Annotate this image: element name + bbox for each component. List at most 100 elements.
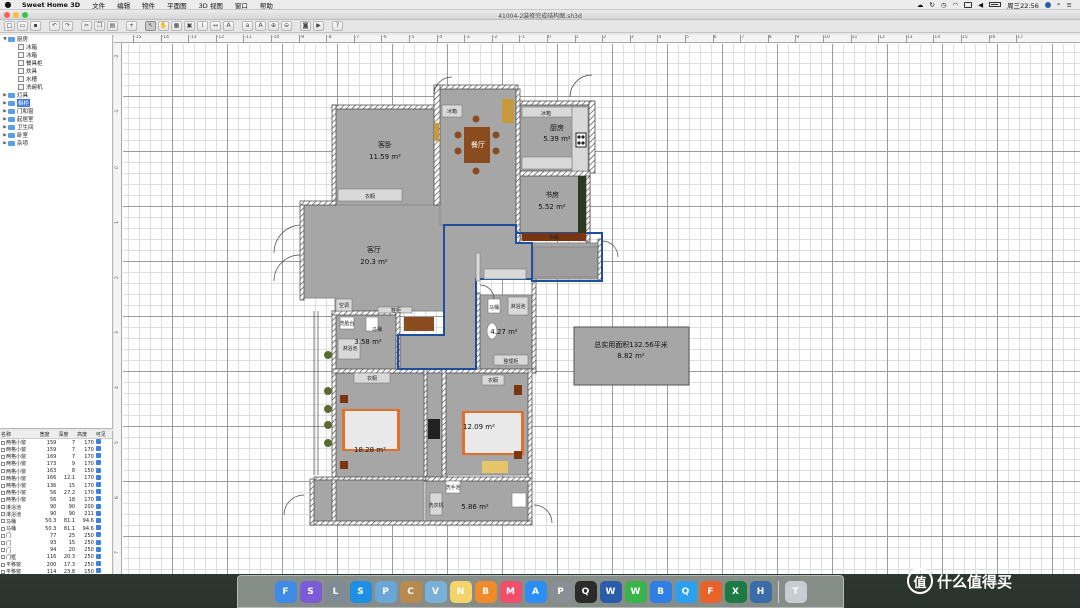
catalog-category[interactable]: ▶ 卧室 <box>0 131 112 139</box>
door-master-arc[interactable] <box>283 494 305 516</box>
notes-icon[interactable]: N <box>449 580 472 603</box>
zoom-out-icon[interactable]: ⊖ <box>281 21 292 31</box>
app-store-icon[interactable]: A <box>524 580 547 603</box>
visible-checkbox[interactable] <box>95 532 101 538</box>
create-polylines-icon[interactable]: ⌇ <box>197 21 208 31</box>
table-row[interactable]: 两格小窗 159 7 170 <box>0 446 112 453</box>
select-mode-icon[interactable]: ↖ <box>145 21 156 31</box>
visible-checkbox[interactable] <box>95 510 101 516</box>
dining-chair[interactable] <box>492 131 500 139</box>
table-row[interactable]: 门 77 25 250 <box>0 532 112 539</box>
menu-furniture[interactable]: 物件 <box>136 0 161 10</box>
second-desk[interactable] <box>482 461 508 473</box>
visible-checkbox[interactable] <box>95 561 101 567</box>
visible-checkbox[interactable] <box>95 446 101 452</box>
dining-chair[interactable] <box>454 131 462 139</box>
master-nightstand[interactable] <box>340 395 348 403</box>
table-row[interactable]: 门 94 20 250 <box>0 546 112 554</box>
living-console[interactable] <box>404 317 434 331</box>
second-bed[interactable] <box>465 413 521 453</box>
table-row[interactable]: 两格小窗 159 7 170 <box>0 439 112 446</box>
catalog-category[interactable]: ▶ 起居室 <box>0 115 112 123</box>
create-walls-icon[interactable]: ▦ <box>171 21 182 31</box>
visible-checkbox[interactable] <box>95 525 101 531</box>
visible-checkbox[interactable] <box>95 460 101 466</box>
corridor-counter[interactable] <box>483 268 527 280</box>
catalog-item[interactable]: 洗碗机 <box>0 83 112 91</box>
qq-icon[interactable]: Q <box>574 580 597 603</box>
dining-chair[interactable] <box>472 167 480 175</box>
launchpad-icon[interactable]: L <box>324 580 347 603</box>
catalog-category[interactable]: ▶ 杂项 <box>0 139 112 147</box>
room-corridor-east-shape[interactable] <box>533 246 599 278</box>
save-file-icon[interactable]: ▪ <box>30 21 41 31</box>
dining-chair[interactable] <box>472 115 480 123</box>
contacts-icon[interactable]: C <box>399 580 422 603</box>
catalog-category[interactable]: ▶ 灯具 <box>0 91 112 99</box>
visible-checkbox[interactable] <box>95 503 101 509</box>
table-row[interactable]: 两格小窗 56 18 170 <box>0 496 112 503</box>
notification-center-icon[interactable]: ≡ <box>1067 1 1072 9</box>
create-labels-icon[interactable]: A <box>223 21 234 31</box>
catalog-category[interactable]: ▶ 卫生间 <box>0 123 112 131</box>
visible-checkbox[interactable] <box>95 482 101 488</box>
wechat-icon[interactable]: W <box>624 580 647 603</box>
door-balcony-arc[interactable] <box>533 504 553 524</box>
furniture-list-table[interactable]: 名称 宽度 深度 高度 可见 两格小窗 159 7 170 两格小窗 159 7 170 两格小… <box>0 431 113 574</box>
kitchen-counter-bottom[interactable] <box>521 156 573 170</box>
menu-file[interactable]: 文件 <box>86 0 111 10</box>
catalog-category[interactable]: ▶ 门和窗 <box>0 107 112 115</box>
redo-icon[interactable]: ↷ <box>62 21 73 31</box>
catalog-item[interactable]: 冰箱 <box>0 43 112 51</box>
col-height-header[interactable]: 高度 <box>76 431 95 439</box>
table-row[interactable]: 平移窗 114 23.8 150 <box>0 568 112 574</box>
table-row[interactable]: 两格小窗 173 9 170 <box>0 460 112 467</box>
visible-checkbox[interactable] <box>95 553 101 559</box>
music-icon[interactable]: M <box>499 580 522 603</box>
furniture-catalog-tree[interactable]: ▼ 厨房 冰箱 冰箱 餐具柜 炊具 水槽 洗碗机 ▶ 灯具 ▶ 橱柜 ▶ 门和窗 ▶ 起居室 ▶ 卫生间 ▶ 卧室 ▶ 杂… <box>0 35 113 429</box>
menu-edit[interactable]: 编辑 <box>111 0 136 10</box>
pan-mode-icon[interactable]: ✋ <box>158 21 169 31</box>
col-name-header[interactable]: 名称 <box>0 431 39 439</box>
photos-icon[interactable]: P <box>374 580 397 603</box>
menu-3d-view[interactable]: 3D 视图 <box>193 0 229 10</box>
second-nightstand[interactable] <box>514 451 522 459</box>
door-kitchen-arc[interactable] <box>569 74 593 98</box>
visible-checkbox[interactable] <box>95 439 101 444</box>
word-icon[interactable]: W <box>599 580 622 603</box>
help-icon[interactable]: ? <box>332 21 343 31</box>
door-living-sw-arc[interactable] <box>273 254 301 282</box>
master-nightstand[interactable] <box>340 461 348 469</box>
create-dimensions-icon[interactable]: ↔ <box>210 21 221 31</box>
table-row[interactable]: 两格小窗 163 8 150 <box>0 467 112 475</box>
table-row[interactable]: 淋浴池 90 90 200 <box>0 503 112 511</box>
cut-icon[interactable]: ✂ <box>81 21 92 31</box>
visible-checkbox[interactable] <box>95 467 101 473</box>
second-nightstand[interactable] <box>514 385 522 395</box>
table-row[interactable]: 马桶 50.3 81.1 94.6 <box>0 517 112 525</box>
catalog-item[interactable]: 炊具 <box>0 67 112 75</box>
dining-chair[interactable] <box>492 147 500 155</box>
photo-icon[interactable]: ◙ <box>300 21 311 31</box>
sync-icon[interactable]: ↻ <box>929 1 934 9</box>
apple-menu-icon[interactable]: ● <box>0 0 16 9</box>
menu-app-name[interactable]: Sweet Home 3D <box>16 1 86 9</box>
closet-shelf[interactable] <box>428 419 440 439</box>
create-rooms-icon[interactable]: ▣ <box>184 21 195 31</box>
room-west-strip-shape[interactable] <box>313 478 425 522</box>
text-size-icon[interactable]: A <box>255 21 266 31</box>
floor-plan-drawing[interactable]: 冰箱 冰箱 衣橱 衣橱 衣橱 衣橱 空调 鞋柜 马桶 马桶 淋浴池 淋浴池 洗脸… <box>114 35 1080 574</box>
catalog-item[interactable]: 水槽 <box>0 75 112 83</box>
menu-help[interactable]: 帮助 <box>254 0 279 10</box>
corridor-cabinet[interactable] <box>475 252 481 282</box>
balcony-cabinet[interactable] <box>511 492 527 508</box>
table-row[interactable]: 门 93 15 250 <box>0 539 112 547</box>
user-avatar-icon[interactable] <box>1044 1 1051 8</box>
copy-icon[interactable]: ❐ <box>94 21 105 31</box>
timemachine-icon[interactable]: ◷ <box>941 1 947 9</box>
sweet-home-3d-icon[interactable]: H <box>749 580 772 603</box>
col-visible-header[interactable]: 可见 <box>94 431 112 439</box>
visible-checkbox[interactable] <box>95 496 101 502</box>
dining-cabinet[interactable] <box>502 99 514 123</box>
new-file-icon[interactable]: □ <box>4 21 15 31</box>
